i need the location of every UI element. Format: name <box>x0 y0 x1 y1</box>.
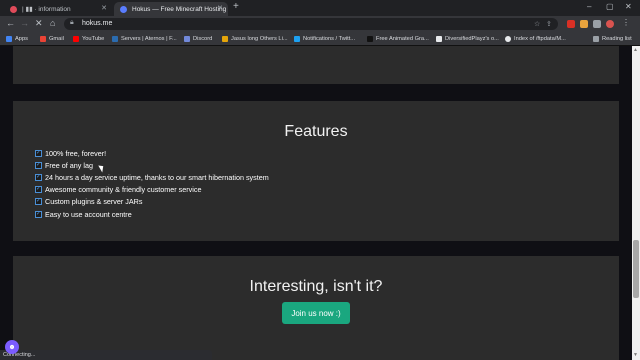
status-bar: Connecting... <box>0 350 212 360</box>
bookmark-label: Apps <box>15 36 28 42</box>
discord-icon <box>184 36 190 42</box>
feature-text: Awesome community & friendly customer se… <box>45 185 202 195</box>
list-item: ✓ 100% free, forever! <box>35 147 269 159</box>
scrollbar-thumb[interactable] <box>633 240 639 298</box>
list-item: ✓ Easy to use account centre <box>35 208 269 220</box>
address-bar[interactable]: 🔒︎ hokus.me ⇪ ☆ <box>64 18 558 30</box>
aternos-icon <box>112 36 118 42</box>
bookmark-star-icon[interactable]: ☆ <box>534 20 540 28</box>
puzzle-icon[interactable] <box>593 20 601 28</box>
bookmark-aternos[interactable]: Servers | Aternos | F... <box>112 34 177 44</box>
bookmark-youtube[interactable]: YouTube <box>73 34 104 44</box>
checkbox-checked-icon: ✓ <box>35 198 42 206</box>
minimize-icon[interactable]: – <box>587 2 591 11</box>
bookmark-label: Index of /ftpdata/M... <box>514 36 566 42</box>
bookmark-diversified[interactable]: DiversifiedPlayz's o... <box>436 34 499 44</box>
lock-icon[interactable]: 🔒︎ <box>70 19 74 27</box>
forward-icon[interactable]: → <box>20 18 29 28</box>
page-content: Features ✓ 100% free, forever! ✓ Free of… <box>0 46 632 360</box>
extension-icon[interactable] <box>580 20 588 28</box>
reading-list-icon <box>593 36 599 42</box>
stop-loading-icon[interactable]: ✕ <box>35 18 43 29</box>
menu-icon[interactable]: ⋮ <box>622 18 630 27</box>
tab-hokus[interactable]: Hokus — Free Minecraft Hosting ✕ <box>114 2 228 16</box>
list-item: ✓ Free of any lag <box>35 159 269 171</box>
list-item: ✓ 24 hours a day service uptime, thanks … <box>35 171 269 183</box>
tab-title: Hokus — Free Minecraft Hosting <box>132 5 227 13</box>
bookmark-label: Free Animated Gra... <box>376 36 429 42</box>
youtube-icon <box>73 36 79 42</box>
bookmark-label: YouTube <box>82 36 105 42</box>
bookmark-jasus[interactable]: Jasus long Others Li... <box>222 34 288 44</box>
bookmark-label: Jasus long Others Li... <box>231 36 288 42</box>
tab-title: | ▮▮ · information <box>22 6 71 13</box>
page-scrollbar[interactable]: ▲ ▼ <box>632 46 640 360</box>
checkbox-checked-icon: ✓ <box>35 161 42 169</box>
bookmark-index[interactable]: Index of /ftpdata/M... <box>505 34 566 44</box>
checkbox-checked-icon: ✓ <box>35 149 42 157</box>
new-tab-icon[interactable]: + <box>233 1 239 12</box>
browser-toolbar: ← → ✕ ⌂ 🔒︎ hokus.me ⇪ ☆ ⋮ <box>0 16 640 32</box>
globe-icon <box>505 36 511 42</box>
bookmark-gmail[interactable]: Gmail <box>40 34 64 44</box>
close-tab-icon[interactable]: ✕ <box>101 4 107 12</box>
scroll-up-icon[interactable]: ▲ <box>633 47 638 53</box>
tab-information[interactable]: | ▮▮ · information ✕ <box>4 2 112 16</box>
features-title: Features <box>284 123 348 140</box>
home-icon[interactable]: ⌂ <box>50 18 55 28</box>
list-item: ✓ Awesome community & friendly customer … <box>35 184 269 196</box>
bookmarks-bar: Apps Gmail YouTube Servers | Aternos | F… <box>0 32 640 46</box>
close-tab-icon[interactable]: ✕ <box>217 4 223 12</box>
checkbox-checked-icon: ✓ <box>35 210 42 218</box>
list-item: ✓ Custom plugins & server JARs <box>35 196 269 208</box>
scroll-down-icon[interactable]: ▼ <box>633 352 638 358</box>
bookmark-icon <box>436 36 442 42</box>
share-icon[interactable]: ⇪ <box>546 20 552 28</box>
checkbox-checked-icon: ✓ <box>35 173 42 181</box>
bookmark-icon <box>367 36 373 42</box>
bookmark-twitter[interactable]: Notifications / Twitt... <box>294 34 355 44</box>
gmail-icon <box>40 36 46 42</box>
feature-text: 100% free, forever! <box>45 148 107 158</box>
tab-strip: | ▮▮ · information ✕ Hokus — Free Minecr… <box>0 0 640 16</box>
bookmark-label: Notifications / Twitt... <box>303 36 356 42</box>
features-list: ✓ 100% free, forever! ✓ Free of any lag … <box>35 147 269 220</box>
interest-panel: Interesting, isn't it? Join us now :) <box>13 256 619 360</box>
extension-icon[interactable] <box>567 20 575 28</box>
bookmark-icon <box>222 36 228 42</box>
profile-avatar-icon[interactable] <box>606 20 614 28</box>
top-panel <box>13 46 619 84</box>
twitter-icon <box>294 36 300 42</box>
reading-list-label: Reading list <box>602 36 632 42</box>
apps-grid-icon <box>6 36 12 42</box>
interest-title: Interesting, isn't it? <box>249 278 383 295</box>
feature-text: Custom plugins & server JARs <box>45 197 143 207</box>
back-icon[interactable]: ← <box>6 18 15 28</box>
bookmark-label: DiversifiedPlayz's o... <box>445 36 499 42</box>
maximize-icon[interactable]: ▢ <box>606 2 614 11</box>
bookmark-discord[interactable]: Discord <box>184 34 212 44</box>
bookmark-label: Servers | Aternos | F... <box>121 36 177 42</box>
bookmark-label: Gmail <box>49 36 64 42</box>
feature-text: 24 hours a day service uptime, thanks to… <box>45 172 269 182</box>
tab-favicon-icon <box>120 5 127 13</box>
join-us-button[interactable]: Join us now :) <box>282 302 350 324</box>
url-text: hokus.me <box>82 20 113 27</box>
feature-text: Free of any lag <box>45 160 93 170</box>
close-window-icon[interactable]: ✕ <box>625 2 632 11</box>
feature-text: Easy to use account centre <box>45 209 132 219</box>
checkbox-checked-icon: ✓ <box>35 186 42 194</box>
bookmark-apps[interactable]: Apps <box>6 34 28 44</box>
bookmark-label: Discord <box>193 36 213 42</box>
tab-favicon-icon <box>10 5 17 13</box>
reading-list-button[interactable]: Reading list <box>593 34 632 44</box>
bookmark-animated[interactable]: Free Animated Gra... <box>367 34 429 44</box>
discord-widget-icon[interactable]: ☻ <box>5 340 19 354</box>
